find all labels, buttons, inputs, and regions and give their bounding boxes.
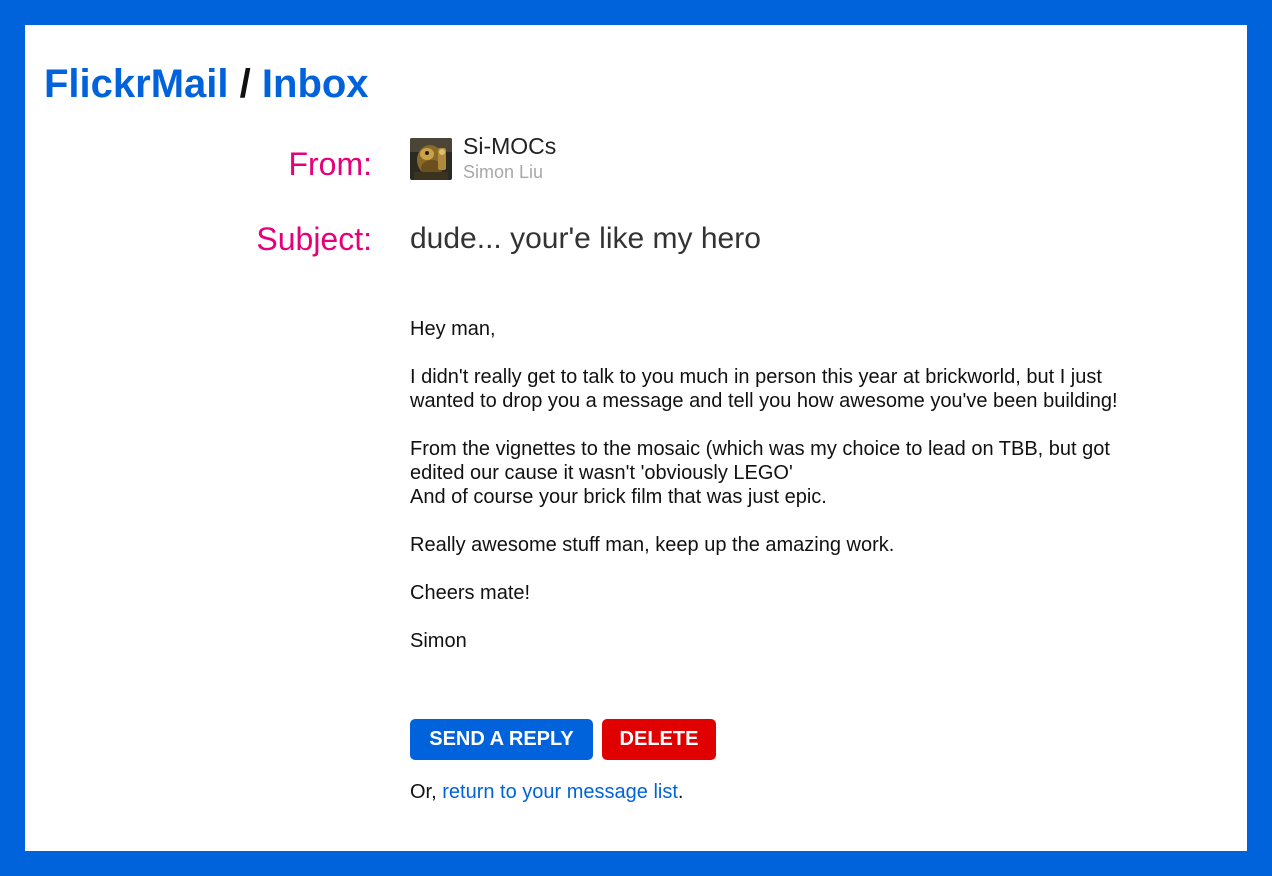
message-panel: FlickrMail / Inbox From: Si-MOCs Simon L… [25, 25, 1247, 851]
lego-minifig-avatar-icon [410, 138, 452, 180]
body-paragraph: Cheers mate! [410, 582, 531, 604]
body-paragraph: Really awesome stuff man, keep up the am… [410, 534, 895, 556]
breadcrumb: FlickrMail / Inbox [44, 59, 369, 109]
subject-label: Subject: [256, 221, 372, 257]
breadcrumb-separator: / [239, 62, 251, 106]
message-body: Hey man, I didn't really get to talk to … [410, 317, 1130, 677]
send-reply-button[interactable]: SEND A REPLY [410, 719, 593, 760]
from-label: From: [288, 146, 372, 182]
return-to-message-list-link[interactable]: return to your message list [442, 781, 678, 803]
return-prefix: Or, [410, 781, 443, 803]
body-paragraph: From the vignettes to the mosaic (which … [410, 437, 1130, 509]
body-paragraph: Simon [410, 630, 467, 652]
return-suffix: . [677, 781, 684, 803]
delete-button[interactable]: DELETE [602, 719, 716, 760]
body-paragraph: Hey man, [410, 318, 496, 340]
sender-screen-name[interactable]: Si-MOCs [463, 133, 556, 160]
body-line: From the vignettes to the mosaic (which … [410, 438, 1110, 484]
return-line: Or, return to your message list. [410, 780, 683, 804]
sender-avatar[interactable] [410, 138, 452, 180]
subject-text: dude... your'e like my hero [410, 222, 761, 255]
sender-real-name: Simon Liu [463, 162, 544, 182]
breadcrumb-inbox-link[interactable]: Inbox [262, 62, 369, 106]
body-paragraph: I didn't really get to talk to you much … [410, 366, 1118, 412]
body-line: And of course your brick film that was j… [410, 486, 827, 508]
breadcrumb-flickrmail-link[interactable]: FlickrMail [44, 62, 229, 106]
